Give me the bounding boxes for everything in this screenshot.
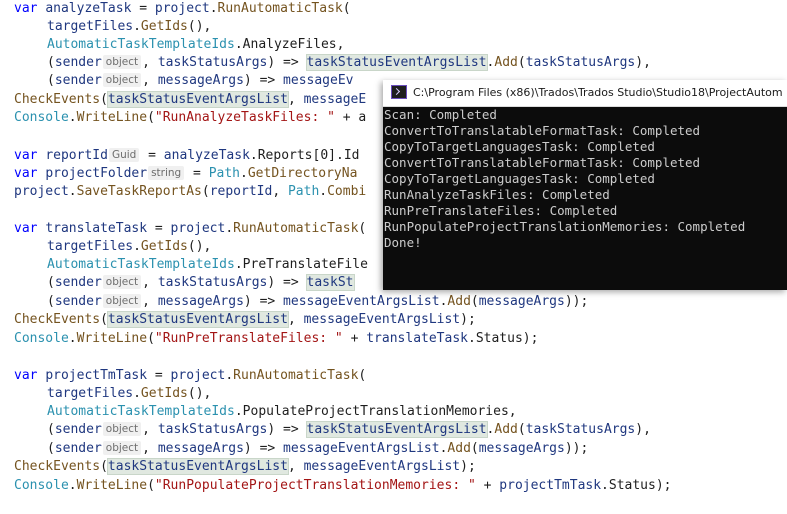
console-line: RunPopulateProjectTranslationMemories: C… xyxy=(384,219,746,234)
code-line-18: CheckEvents(taskStatusEventArgsList, mes… xyxy=(14,311,476,328)
inlay-hint: object xyxy=(102,73,142,87)
console-title: C:\Program Files (x86)\Trados\Trados Stu… xyxy=(413,86,783,99)
code-line-26: CheckEvents(taskStatusEventArgsList, mes… xyxy=(14,458,476,475)
code-line-22: targetFiles.GetIds(), xyxy=(47,386,212,401)
inlay-hint: object xyxy=(102,294,142,308)
inlay-hint: object xyxy=(102,55,142,69)
code-line-19: Console.WriteLine("RunPreTranslateFiles:… xyxy=(14,331,539,346)
inlay-hint: object xyxy=(102,422,142,436)
highlighted-reference: taskStatusEventArgsList xyxy=(106,458,289,475)
code-line-1: var analyzeTask = project.RunAutomaticTa… xyxy=(14,1,351,16)
console-line: RunAnalyzeTaskFiles: Completed xyxy=(384,187,610,202)
console-line: Done! xyxy=(384,235,422,250)
code-line-27: Console.WriteLine("RunPopulateProjectTra… xyxy=(14,478,672,493)
code-line-11: project.SaveTaskReportAs(reportId, Path.… xyxy=(14,184,367,199)
console-line: ConvertToTranslatableFormatTask: Complet… xyxy=(384,123,701,138)
inlay-hint: object xyxy=(102,441,142,455)
inlay-hint: object xyxy=(102,275,142,289)
code-line-21: var projectTmTask = project.RunAutomatic… xyxy=(14,368,367,383)
console-title-bar[interactable]: C:\Program Files (x86)\Trados\Trados Stu… xyxy=(383,80,787,107)
code-line-5: (sender object, messageArgs) => messageEv xyxy=(47,73,354,88)
code-line-10: var projectFolder string = Path.GetDirect… xyxy=(14,166,358,181)
inlay-hint: Guid xyxy=(108,148,140,162)
highlighted-reference: taskStatusEventArgsList xyxy=(305,54,488,71)
code-line-24: (sender object, taskStatusArgs) => taskSt… xyxy=(47,421,651,438)
highlighted-reference: taskSt xyxy=(305,274,355,291)
highlighted-reference: taskStatusEventArgsList xyxy=(305,421,488,438)
highlighted-reference: taskStatusEventArgsList xyxy=(106,91,289,108)
code-line-14: targetFiles.GetIds(), xyxy=(47,239,212,254)
console-output[interactable]: Scan: Completed ConvertToTranslatableFor… xyxy=(383,107,787,290)
highlighted-reference: taskStatusEventArgsList xyxy=(106,311,289,328)
code-line-15: AutomaticTaskTemplateIds.PreTranslateFil… xyxy=(47,257,368,272)
console-line: ConvertToTranslatableFormatTask: Complet… xyxy=(384,155,701,170)
code-line-3: AutomaticTaskTemplateIds.AnalyzeFiles, xyxy=(47,37,345,52)
code-line-13: var translateTask = project.RunAutomatic… xyxy=(14,221,367,236)
code-line-25: (sender object, messageArgs) => messageEv… xyxy=(47,441,589,456)
code-line-2: targetFiles.GetIds(), xyxy=(47,19,212,34)
code-line-7: Console.WriteLine("RunAnalyzeTaskFiles: … xyxy=(14,110,367,125)
code-line-6: CheckEvents(taskStatusEventArgsList, mes… xyxy=(14,91,367,108)
code-line-9: var reportId Guid = analyzeTask.Reports[0… xyxy=(14,148,360,163)
code-line-23: AutomaticTaskTemplateIds.PopulateProject… xyxy=(47,404,517,419)
inlay-hint: string xyxy=(148,166,185,180)
code-line-4: (sender object, taskStatusArgs) => taskSt… xyxy=(47,54,651,71)
console-line: Scan: Completed xyxy=(384,107,497,122)
console-line: CopyToTargetLanguagesTask: Completed xyxy=(384,171,655,186)
code-line-17: (sender object, messageArgs) => messageEv… xyxy=(47,294,589,309)
console-window[interactable]: C:\Program Files (x86)\Trados\Trados Stu… xyxy=(383,80,787,290)
console-line: RunPreTranslateFiles: Completed xyxy=(384,203,618,218)
terminal-icon xyxy=(391,85,407,99)
code-line-16: (sender object, taskStatusArgs) => taskSt xyxy=(47,274,355,291)
console-line: CopyToTargetLanguagesTask: Completed xyxy=(384,139,655,154)
